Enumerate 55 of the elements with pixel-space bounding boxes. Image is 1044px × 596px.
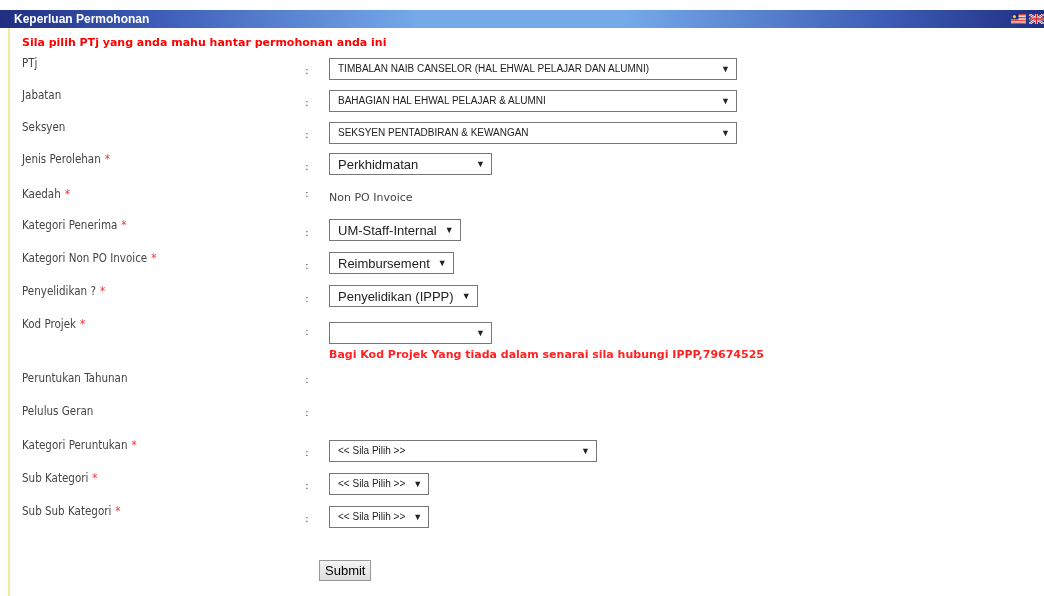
dropdown[interactable]: ▼ xyxy=(329,322,492,344)
colon: : xyxy=(305,511,310,525)
required-mark: * xyxy=(92,471,98,485)
required-mark: * xyxy=(104,152,110,166)
field-label: Peruntukan Tahunan xyxy=(22,371,128,385)
required-mark: * xyxy=(121,218,127,232)
hint-text: Bagi Kod Projek Yang tiada dalam senarai sila hubungi IPPP,79674525 xyxy=(329,348,765,361)
field-label: Kaedah xyxy=(22,187,61,201)
colon: : xyxy=(305,372,310,386)
field-label: Kategori Peruntukan xyxy=(22,438,128,452)
colon: : xyxy=(305,63,310,77)
field-label: Kategori Non PO Invoice xyxy=(22,251,148,265)
intro-text: Sila pilih PTj yang anda mahu hantar permohonan anda ini xyxy=(22,36,388,49)
header-title: Keperluan Permohonan xyxy=(14,12,150,26)
dropdown[interactable]: Reimbursement ▼ xyxy=(329,252,454,274)
field-label: Kategori Penerima xyxy=(22,218,118,232)
field-label: Pelulus Geran xyxy=(22,404,94,418)
submit-button[interactable]: Submit xyxy=(319,560,372,581)
field-label: Jenis Perolehan xyxy=(22,152,101,166)
dropdown[interactable]: Penyelidikan (IPPP) ▼ xyxy=(329,285,478,307)
colon: : xyxy=(305,445,310,459)
field-label: Sub Kategori xyxy=(22,471,89,485)
field-label: PTj xyxy=(22,56,38,70)
field-label: Kod Projek xyxy=(22,317,76,331)
dropdown[interactable]: << Sila Pilih >> ▼ xyxy=(329,505,430,528)
dropdown[interactable]: TIMBALAN NAIB CANSELOR (HAL EHWAL PELAJAR DAN ALUMNI) ▼ xyxy=(329,57,737,80)
field-value: Non PO Invoice xyxy=(329,190,413,204)
dropdown[interactable]: Perkhidmatan ▼ xyxy=(329,153,492,175)
field-label: Penyelidikan ? xyxy=(22,284,96,298)
required-mark: * xyxy=(151,251,157,265)
required-mark: * xyxy=(131,438,137,452)
colon: : xyxy=(305,478,310,492)
required-mark: * xyxy=(64,187,70,201)
colon: : xyxy=(305,95,310,109)
required-mark: * xyxy=(115,504,121,518)
flag-icon[interactable] xyxy=(1011,14,1026,24)
required-mark: * xyxy=(80,317,86,331)
colon: : xyxy=(305,324,310,338)
dropdown[interactable]: SEKSYEN PENTADBIRAN & KEWANGAN ▼ xyxy=(329,121,737,144)
field-label: Seksyen xyxy=(22,120,66,134)
dropdown[interactable]: << Sila Pilih >> ▼ xyxy=(329,439,597,462)
colon: : xyxy=(305,127,310,141)
colon: : xyxy=(305,258,310,272)
colon: : xyxy=(305,186,310,200)
dropdown[interactable]: << Sila Pilih >> ▼ xyxy=(329,472,430,495)
colon: : xyxy=(305,225,310,239)
flag-icon[interactable] xyxy=(1029,14,1044,24)
colon: : xyxy=(305,291,310,305)
colon: : xyxy=(305,159,310,173)
field-label: Sub Sub Kategori xyxy=(22,504,112,518)
dropdown[interactable]: UM-Staff-Internal ▼ xyxy=(329,219,461,241)
field-label: Jabatan xyxy=(22,88,62,102)
dropdown[interactable]: BAHAGIAN HAL EHWAL PELAJAR & ALUMNI ▼ xyxy=(329,89,737,112)
colon: : xyxy=(305,405,310,419)
required-mark: * xyxy=(99,284,106,298)
